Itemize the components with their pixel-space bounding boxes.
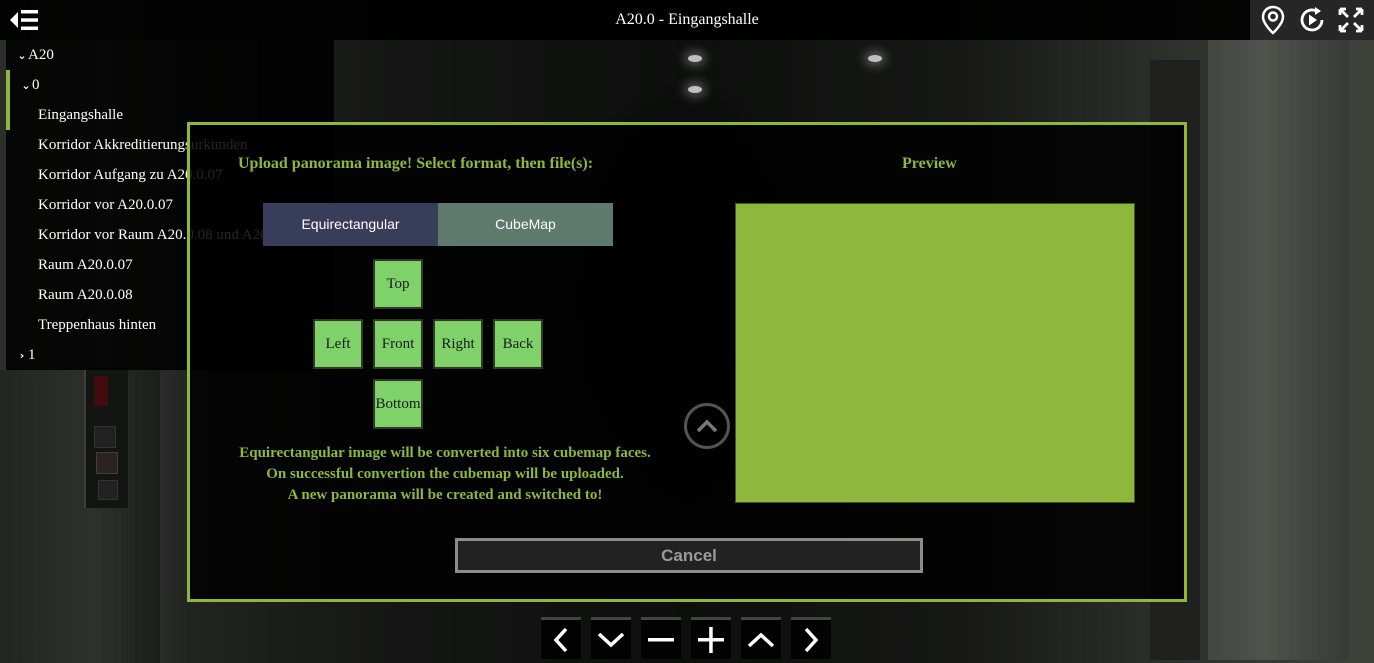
tree-item[interactable]: Korridor vor A20.0.07	[38, 190, 173, 220]
chevron-right-icon: ›	[19, 349, 25, 362]
face-top-button[interactable]: Top	[373, 259, 423, 309]
chevron-down-icon: ⌄	[17, 49, 27, 62]
upload-heading: Upload panorama image! Select format, th…	[238, 155, 594, 172]
chevron-up-circle-icon[interactable]	[684, 403, 730, 449]
chevron-right-icon[interactable]	[791, 617, 831, 659]
fullscreen-icon[interactable]	[1336, 5, 1366, 35]
page-title: A20.0 - Eingangshalle	[615, 11, 759, 28]
face-back-button[interactable]: Back	[493, 319, 543, 369]
top-bar: A20.0 - Eingangshalle	[0, 0, 1374, 40]
cancel-button[interactable]: Cancel	[455, 538, 923, 573]
tree-node-label: 0	[32, 77, 40, 93]
tree-item[interactable]: Raum A20.0.08	[38, 280, 133, 310]
tree-node-label: 1	[28, 347, 36, 363]
tree-item[interactable]: Treppenhaus hinten	[38, 310, 156, 340]
info-line: A new panorama will be created and switc…	[287, 487, 603, 503]
bottom-nav	[541, 617, 841, 663]
toolbar-icons	[1250, 0, 1374, 40]
chevron-left-icon[interactable]	[541, 617, 581, 659]
preview-area	[735, 203, 1135, 503]
face-left-button[interactable]: Left	[313, 319, 363, 369]
tree-active-marker	[6, 70, 10, 100]
upload-dialog: Upload panorama image! Select format, th…	[187, 122, 1187, 602]
face-bottom-button[interactable]: Bottom	[373, 379, 423, 429]
tree-node-floor-0[interactable]: ⌄0	[20, 70, 40, 100]
menu-collapse-icon[interactable]	[8, 6, 40, 34]
tree-active-marker	[6, 100, 10, 130]
tree-node-label: A20	[28, 47, 54, 63]
equirectangular-button[interactable]: Equirectangular	[263, 203, 438, 246]
chevron-up-icon[interactable]	[741, 617, 781, 659]
face-front-button[interactable]: Front	[373, 319, 423, 369]
preview-heading: Preview	[902, 155, 957, 172]
tree-node-a20[interactable]: ⌄A20	[16, 40, 54, 70]
zoom-in-icon[interactable]	[691, 617, 731, 659]
autorotate-icon[interactable]	[1297, 5, 1327, 35]
info-line: On successful convertion the cubemap wil…	[266, 466, 624, 482]
tree-item[interactable]: Raum A20.0.07	[38, 250, 133, 280]
face-right-button[interactable]: Right	[433, 319, 483, 369]
tree-item[interactable]: Eingangshalle	[38, 100, 123, 130]
chevron-down-icon[interactable]	[591, 617, 631, 659]
info-line: Equirectangular image will be converted …	[239, 445, 651, 461]
zoom-out-icon[interactable]	[641, 617, 681, 659]
tree-node-floor-1[interactable]: › 1	[16, 340, 36, 370]
location-pin-icon[interactable]	[1258, 5, 1288, 35]
upload-info: Equirectangular image will be converted …	[210, 443, 680, 506]
chevron-down-icon: ⌄	[21, 79, 31, 92]
cubemap-button[interactable]: CubeMap	[438, 203, 613, 246]
